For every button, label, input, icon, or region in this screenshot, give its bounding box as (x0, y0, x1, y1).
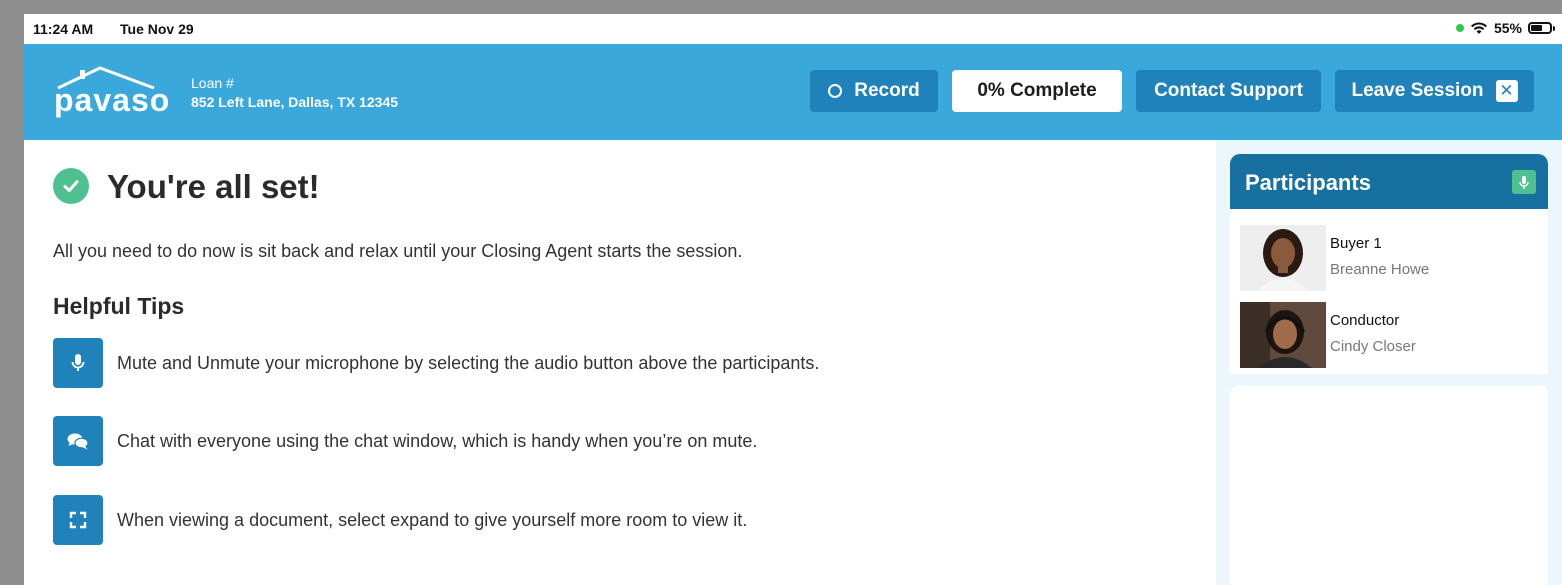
status-indicators: 55% (1455, 20, 1555, 36)
tip-item: When viewing a document, select expand t… (53, 495, 748, 545)
tip-text: Chat with everyone using the chat window… (117, 430, 758, 451)
tip-item: Chat with everyone using the chat window… (53, 416, 758, 466)
close-icon: ✕ (1495, 80, 1518, 102)
participant-role: Conductor (1330, 312, 1400, 329)
record-icon (828, 84, 843, 98)
tip-text: Mute and Unmute your microphone by selec… (117, 352, 820, 373)
camera-indicator-icon (1455, 24, 1464, 32)
microphone-icon (1519, 175, 1529, 189)
tip-text: When viewing a document, select expand t… (117, 509, 748, 530)
participant-item[interactable]: Buyer 1 Breanne Howe (1240, 225, 1540, 291)
leave-label: Leave Session (1351, 80, 1484, 101)
side-panel: Participants Buyer 1 Breanne Howe Conduc… (1216, 140, 1562, 585)
logo-text: pavaso (54, 82, 171, 118)
page-title: You're all set! (107, 168, 320, 205)
status-date: Tue Nov 29 (120, 21, 194, 37)
tips-heading: Helpful Tips (53, 293, 185, 319)
participant-role: Buyer 1 (1330, 235, 1382, 252)
main-content: You're all set! All you need to do now i… (24, 140, 1216, 585)
status-bar: 11:24 AM Tue Nov 29 55% (24, 14, 1562, 44)
status-time: 11:24 AM (33, 21, 94, 37)
audio-mute-button[interactable] (1512, 170, 1536, 194)
check-circle-icon (53, 168, 89, 204)
participant-item[interactable]: Conductor Cindy Closer (1240, 302, 1540, 368)
progress-label: 0% Complete (977, 80, 1097, 101)
tip-item: Mute and Unmute your microphone by selec… (53, 338, 820, 388)
participant-name: Cindy Closer (1330, 338, 1416, 355)
battery-percent: 55% (1493, 20, 1522, 36)
chat-window[interactable] (1230, 386, 1548, 585)
loan-address: 852 Left Lane, Dallas, TX 12345 (191, 94, 398, 110)
avatar (1240, 225, 1326, 291)
avatar (1240, 302, 1326, 368)
pavaso-logo: pavaso (50, 64, 170, 120)
app-header: pavaso Loan # 852 Left Lane, Dallas, TX … (24, 44, 1562, 140)
chat-icon (53, 416, 103, 466)
wifi-icon (1470, 22, 1487, 34)
participants-panel: Participants Buyer 1 Breanne Howe Conduc… (1230, 154, 1548, 374)
intro-text: All you need to do now is sit back and r… (53, 241, 743, 261)
participants-header: Participants (1230, 154, 1548, 209)
microphone-icon (53, 338, 103, 388)
record-label: Record (854, 80, 920, 101)
record-button[interactable]: Record (810, 70, 938, 112)
participants-title: Participants (1245, 170, 1371, 195)
battery-icon (1528, 22, 1555, 34)
leave-session-button[interactable]: Leave Session ✕ (1335, 70, 1534, 112)
app-window: 11:24 AM Tue Nov 29 55% pavaso Loan # 85… (24, 14, 1562, 585)
contact-support-button[interactable]: Contact Support (1136, 70, 1321, 112)
participant-name: Breanne Howe (1330, 261, 1430, 278)
expand-icon (53, 495, 103, 545)
loan-number-label: Loan # (191, 75, 234, 91)
support-label: Contact Support (1154, 80, 1303, 101)
progress-complete-button[interactable]: 0% Complete (952, 70, 1122, 112)
